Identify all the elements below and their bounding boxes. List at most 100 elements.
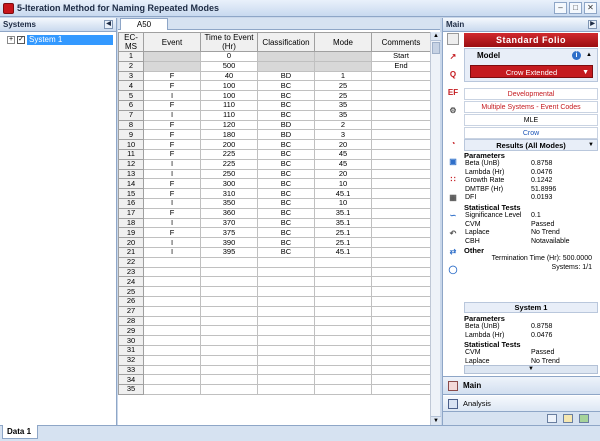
tree-item-label[interactable]: System 1	[27, 35, 113, 45]
minimize-button[interactable]: –	[554, 2, 567, 14]
chevron-down-icon[interactable]: ▼	[582, 66, 589, 79]
tree-item-system-1[interactable]: + ✓ System 1	[7, 35, 116, 45]
mode-cell[interactable]: 35	[314, 99, 372, 111]
empty-cell[interactable]	[371, 295, 430, 307]
comment-cell[interactable]	[371, 217, 430, 229]
report-icon[interactable]	[563, 414, 573, 423]
empty-cell[interactable]	[143, 276, 201, 288]
empty-cell[interactable]	[314, 325, 372, 337]
event-cell[interactable]	[143, 51, 201, 62]
empty-cell[interactable]	[314, 256, 372, 268]
transfer-icon[interactable]: ⇄	[447, 246, 459, 258]
empty-cell[interactable]	[143, 325, 201, 337]
expand-icon[interactable]: +	[7, 36, 15, 44]
row-number[interactable]: 34	[118, 374, 144, 386]
event-cell[interactable]: F	[143, 99, 201, 111]
classification-cell[interactable]: BC	[257, 99, 315, 111]
empty-cell[interactable]	[200, 354, 258, 366]
time-cell[interactable]: 500	[200, 60, 258, 72]
col-header-mode[interactable]: Mode	[314, 32, 372, 52]
mode-cell[interactable]: 35.1	[314, 217, 372, 229]
classification-cell[interactable]	[257, 51, 315, 62]
time-cell[interactable]: 100	[200, 90, 258, 101]
row-number[interactable]: 31	[118, 344, 144, 356]
green-bar-icon[interactable]	[579, 414, 589, 423]
event-cell[interactable]	[143, 60, 201, 72]
row-number[interactable]: 2	[118, 60, 144, 72]
comment-cell[interactable]	[371, 70, 430, 82]
row-number[interactable]: 33	[118, 364, 144, 376]
col-header-ecms[interactable]: EC-MS	[118, 32, 144, 52]
empty-cell[interactable]	[200, 295, 258, 307]
row-number[interactable]: 11	[118, 148, 144, 160]
empty-cell[interactable]	[200, 286, 258, 297]
row-number[interactable]: 15	[118, 188, 144, 199]
col-header-time[interactable]: Time to Event (Hr)	[200, 32, 258, 52]
empty-cell[interactable]	[200, 266, 258, 278]
time-cell[interactable]: 110	[200, 109, 258, 121]
empty-cell[interactable]	[314, 374, 372, 386]
empty-cell[interactable]	[200, 325, 258, 337]
empty-cell[interactable]	[314, 276, 372, 288]
empty-cell[interactable]	[257, 266, 315, 278]
row-number[interactable]: 9	[118, 129, 144, 141]
event-cell[interactable]: I	[143, 237, 201, 248]
time-cell[interactable]: 300	[200, 178, 258, 190]
classification-cell[interactable]: BD	[257, 70, 315, 82]
classification-cell[interactable]: BC	[257, 178, 315, 190]
comment-cell[interactable]	[371, 227, 430, 239]
row-number[interactable]: 5	[118, 90, 144, 101]
mode-cell[interactable]: 3	[314, 129, 372, 141]
empty-cell[interactable]	[371, 325, 430, 337]
collapse-right-icon[interactable]: ▶	[588, 20, 597, 29]
comment-cell[interactable]	[371, 129, 430, 141]
classification-cell[interactable]: BC	[257, 139, 315, 150]
mode-cell[interactable]: 35.1	[314, 207, 372, 219]
classification-cell[interactable]: BC	[257, 207, 315, 219]
row-number[interactable]: 27	[118, 305, 144, 317]
empty-cell[interactable]	[200, 315, 258, 327]
classification-cell[interactable]: BC	[257, 148, 315, 160]
time-cell[interactable]: 395	[200, 246, 258, 258]
time-cell[interactable]: 375	[200, 227, 258, 239]
collapse-model-icon[interactable]: ▲	[584, 51, 594, 60]
empty-cell[interactable]	[143, 344, 201, 356]
mode-cell[interactable]: 25.1	[314, 227, 372, 239]
col-header-comments[interactable]: Comments	[371, 32, 430, 52]
comment-cell[interactable]: Start	[371, 51, 430, 62]
undo-icon[interactable]: ↶	[447, 228, 459, 240]
time-cell[interactable]: 180	[200, 129, 258, 141]
mode-cell[interactable]: 10	[314, 197, 372, 209]
empty-cell[interactable]	[257, 295, 315, 307]
tab-data-1[interactable]: Data 1	[2, 425, 38, 439]
empty-cell[interactable]	[371, 364, 430, 376]
empty-cell[interactable]	[371, 276, 430, 288]
classification-cell[interactable]: BC	[257, 237, 315, 248]
empty-cell[interactable]	[200, 276, 258, 288]
time-cell[interactable]: 120	[200, 119, 258, 131]
vertical-scrollbar[interactable]: ▲ ▼	[430, 32, 441, 425]
time-cell[interactable]: 100	[200, 80, 258, 92]
row-number[interactable]: 8	[118, 119, 144, 131]
time-cell[interactable]: 0	[200, 51, 258, 62]
nav-analysis[interactable]: Analysis	[443, 396, 600, 412]
row-number[interactable]: 25	[118, 286, 144, 297]
row-number[interactable]: 30	[118, 335, 144, 346]
empty-cell[interactable]	[257, 335, 315, 346]
empty-cell[interactable]	[257, 276, 315, 288]
comment-cell[interactable]	[371, 139, 430, 150]
classification-cell[interactable]: BC	[257, 227, 315, 239]
row-number[interactable]: 20	[118, 237, 144, 248]
mode-cell[interactable]: 25	[314, 90, 372, 101]
time-cell[interactable]: 390	[200, 237, 258, 248]
event-cell[interactable]: F	[143, 188, 201, 199]
comment-cell[interactable]	[371, 148, 430, 160]
comment-cell[interactable]	[371, 168, 430, 180]
event-cell[interactable]: F	[143, 70, 201, 82]
time-cell[interactable]: 350	[200, 197, 258, 209]
option-mle[interactable]: MLE	[464, 114, 598, 126]
empty-cell[interactable]	[371, 374, 430, 386]
mode-cell[interactable]: 1	[314, 70, 372, 82]
comment-cell[interactable]	[371, 99, 430, 111]
empty-cell[interactable]	[371, 305, 430, 317]
